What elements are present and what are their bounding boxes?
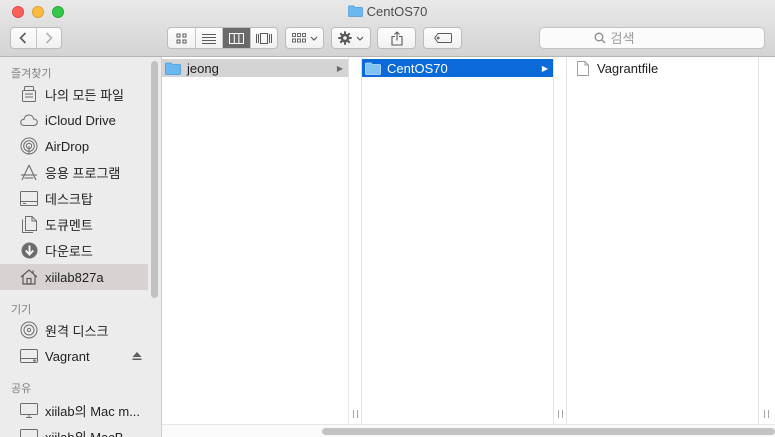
window-title-text: CentOS70 [366,4,428,19]
desktop-icon [20,189,38,207]
computer-icon [20,427,38,437]
list-icon [202,33,217,44]
sidebar-item-label: 도큐멘트 [45,217,93,233]
sidebar-item-label: iCloud Drive [45,112,116,128]
column-resize-grip[interactable] [764,410,769,418]
finder-window: CentOS70 검색 즐겨찾기 나의 모든 파일 iCloud Drive A… [0,0,775,437]
column-row-vagrantfile[interactable]: Vagrantfile [567,59,758,77]
sidebar-header-favorites: 즐겨찾기 [11,68,52,80]
chevron-down-icon [310,36,317,41]
item-name: CentOS70 [387,60,448,76]
cloud-icon [20,111,38,129]
tag-icon [433,33,452,43]
cover-flow-icon [255,32,272,44]
airdrop-icon [20,137,38,155]
document-icon [575,60,591,76]
forward-button[interactable] [35,28,61,48]
browser-column-1: jeong ▶ [162,57,349,424]
list-view-button[interactable] [195,28,222,48]
titlebar: CentOS70 [0,0,775,57]
sidebar-item-label: AirDrop [45,138,90,154]
back-button[interactable] [11,28,36,48]
sidebar-item-desktop[interactable]: 데스크탑 [0,185,148,211]
sidebar-item-vagrant[interactable]: Vagrant [0,343,148,369]
sidebar-item-documents[interactable]: 도큐멘트 [0,211,148,237]
disclosure-arrow-icon: ▶ [541,63,549,73]
sidebar-item-label: xiilab827a [45,269,104,285]
folder-icon [365,61,381,75]
sidebar-item-label: 나의 모든 파일 [45,87,124,103]
item-name: jeong [187,60,219,76]
chevron-right-icon [45,32,53,44]
column-row-jeong[interactable]: jeong ▶ [162,59,348,77]
horizontal-scrollbar [162,424,775,437]
home-icon [20,268,38,286]
window-title: CentOS70 [0,4,775,19]
search-input[interactable] [610,30,711,46]
sidebar-item-applications[interactable]: 응용 프로그램 [0,159,148,185]
sidebar-item-all-my-files[interactable]: 나의 모든 파일 [0,81,148,107]
sidebar-item-label: 다운로드 [45,243,93,259]
column-view-button[interactable] [222,28,250,48]
share-icon [390,30,403,46]
browser-column-2: CentOS70 ▶ [362,57,554,424]
sidebar-item-label: 응용 프로그램 [45,165,121,181]
grid-icon [176,33,187,43]
sidebar-item-icloud-drive[interactable]: iCloud Drive [0,107,148,133]
sidebar-item-label: 데스크탑 [45,191,93,207]
column-resize-gutter-1 [349,57,362,424]
view-mode-group [167,27,278,49]
sidebar-item-home[interactable]: xiilab827a [0,264,148,290]
sidebar-item-remote-disc[interactable]: 원격 디스크 [0,317,148,343]
sidebar-header-shared: 공유 [11,383,32,395]
folder-icon [347,5,363,17]
chevron-left-icon [19,32,27,44]
action-button[interactable] [331,27,371,49]
remote-disc-icon [20,321,38,339]
item-name: Vagrantfile [597,60,659,76]
search-icon [594,32,605,44]
drive-icon [20,347,38,365]
share-button[interactable] [377,27,416,49]
sidebar-item-downloads[interactable]: 다운로드 [0,237,148,263]
folder-icon [165,61,181,75]
computer-icon [20,401,38,419]
eject-icon[interactable] [132,349,142,364]
sidebar: 즐겨찾기 나의 모든 파일 iCloud Drive AirDrop 응용 프로… [0,57,162,437]
column-resize-grip[interactable] [558,410,563,418]
search-field[interactable] [539,27,765,49]
gear-icon [338,31,352,45]
column-resize-grip[interactable] [353,410,358,418]
downloads-icon [20,241,38,259]
arrange-button[interactable] [285,27,324,49]
browser-column-3: Vagrantfile [567,57,759,424]
sidebar-header-devices: 기기 [11,304,32,316]
arrange-grid-icon [291,33,306,43]
sidebar-item-label: 원격 디스크 [45,323,109,339]
horizontal-scroll-thumb[interactable] [322,428,775,435]
sidebar-item-airdrop[interactable]: AirDrop [0,133,148,159]
chevron-down-icon [356,36,364,41]
column-resize-gutter-2 [554,57,567,424]
documents-icon [20,215,38,233]
columns-icon [229,32,245,44]
disclosure-arrow-icon: ▶ [336,63,344,73]
sidebar-item-label: xiilab의 MacB... [45,429,135,437]
column-resize-gutter-3 [759,57,775,424]
sidebar-item-label: Vagrant [45,348,90,364]
cover-flow-view-button[interactable] [249,28,277,48]
sidebar-item-label: xiilab의 Mac m... [45,403,141,419]
icon-view-button[interactable] [168,28,195,48]
sidebar-item-shared-macbook[interactable]: xiilab의 MacB... [0,423,148,437]
edit-tags-button[interactable] [423,27,462,49]
column-row-centos70[interactable]: CentOS70 ▶ [362,59,553,77]
all-files-icon [20,85,38,103]
applications-icon [20,163,38,181]
sidebar-scrollbar[interactable] [151,61,158,298]
navigation-group [10,27,62,49]
sidebar-item-shared-mac-mini[interactable]: xiilab의 Mac m... [0,397,148,423]
